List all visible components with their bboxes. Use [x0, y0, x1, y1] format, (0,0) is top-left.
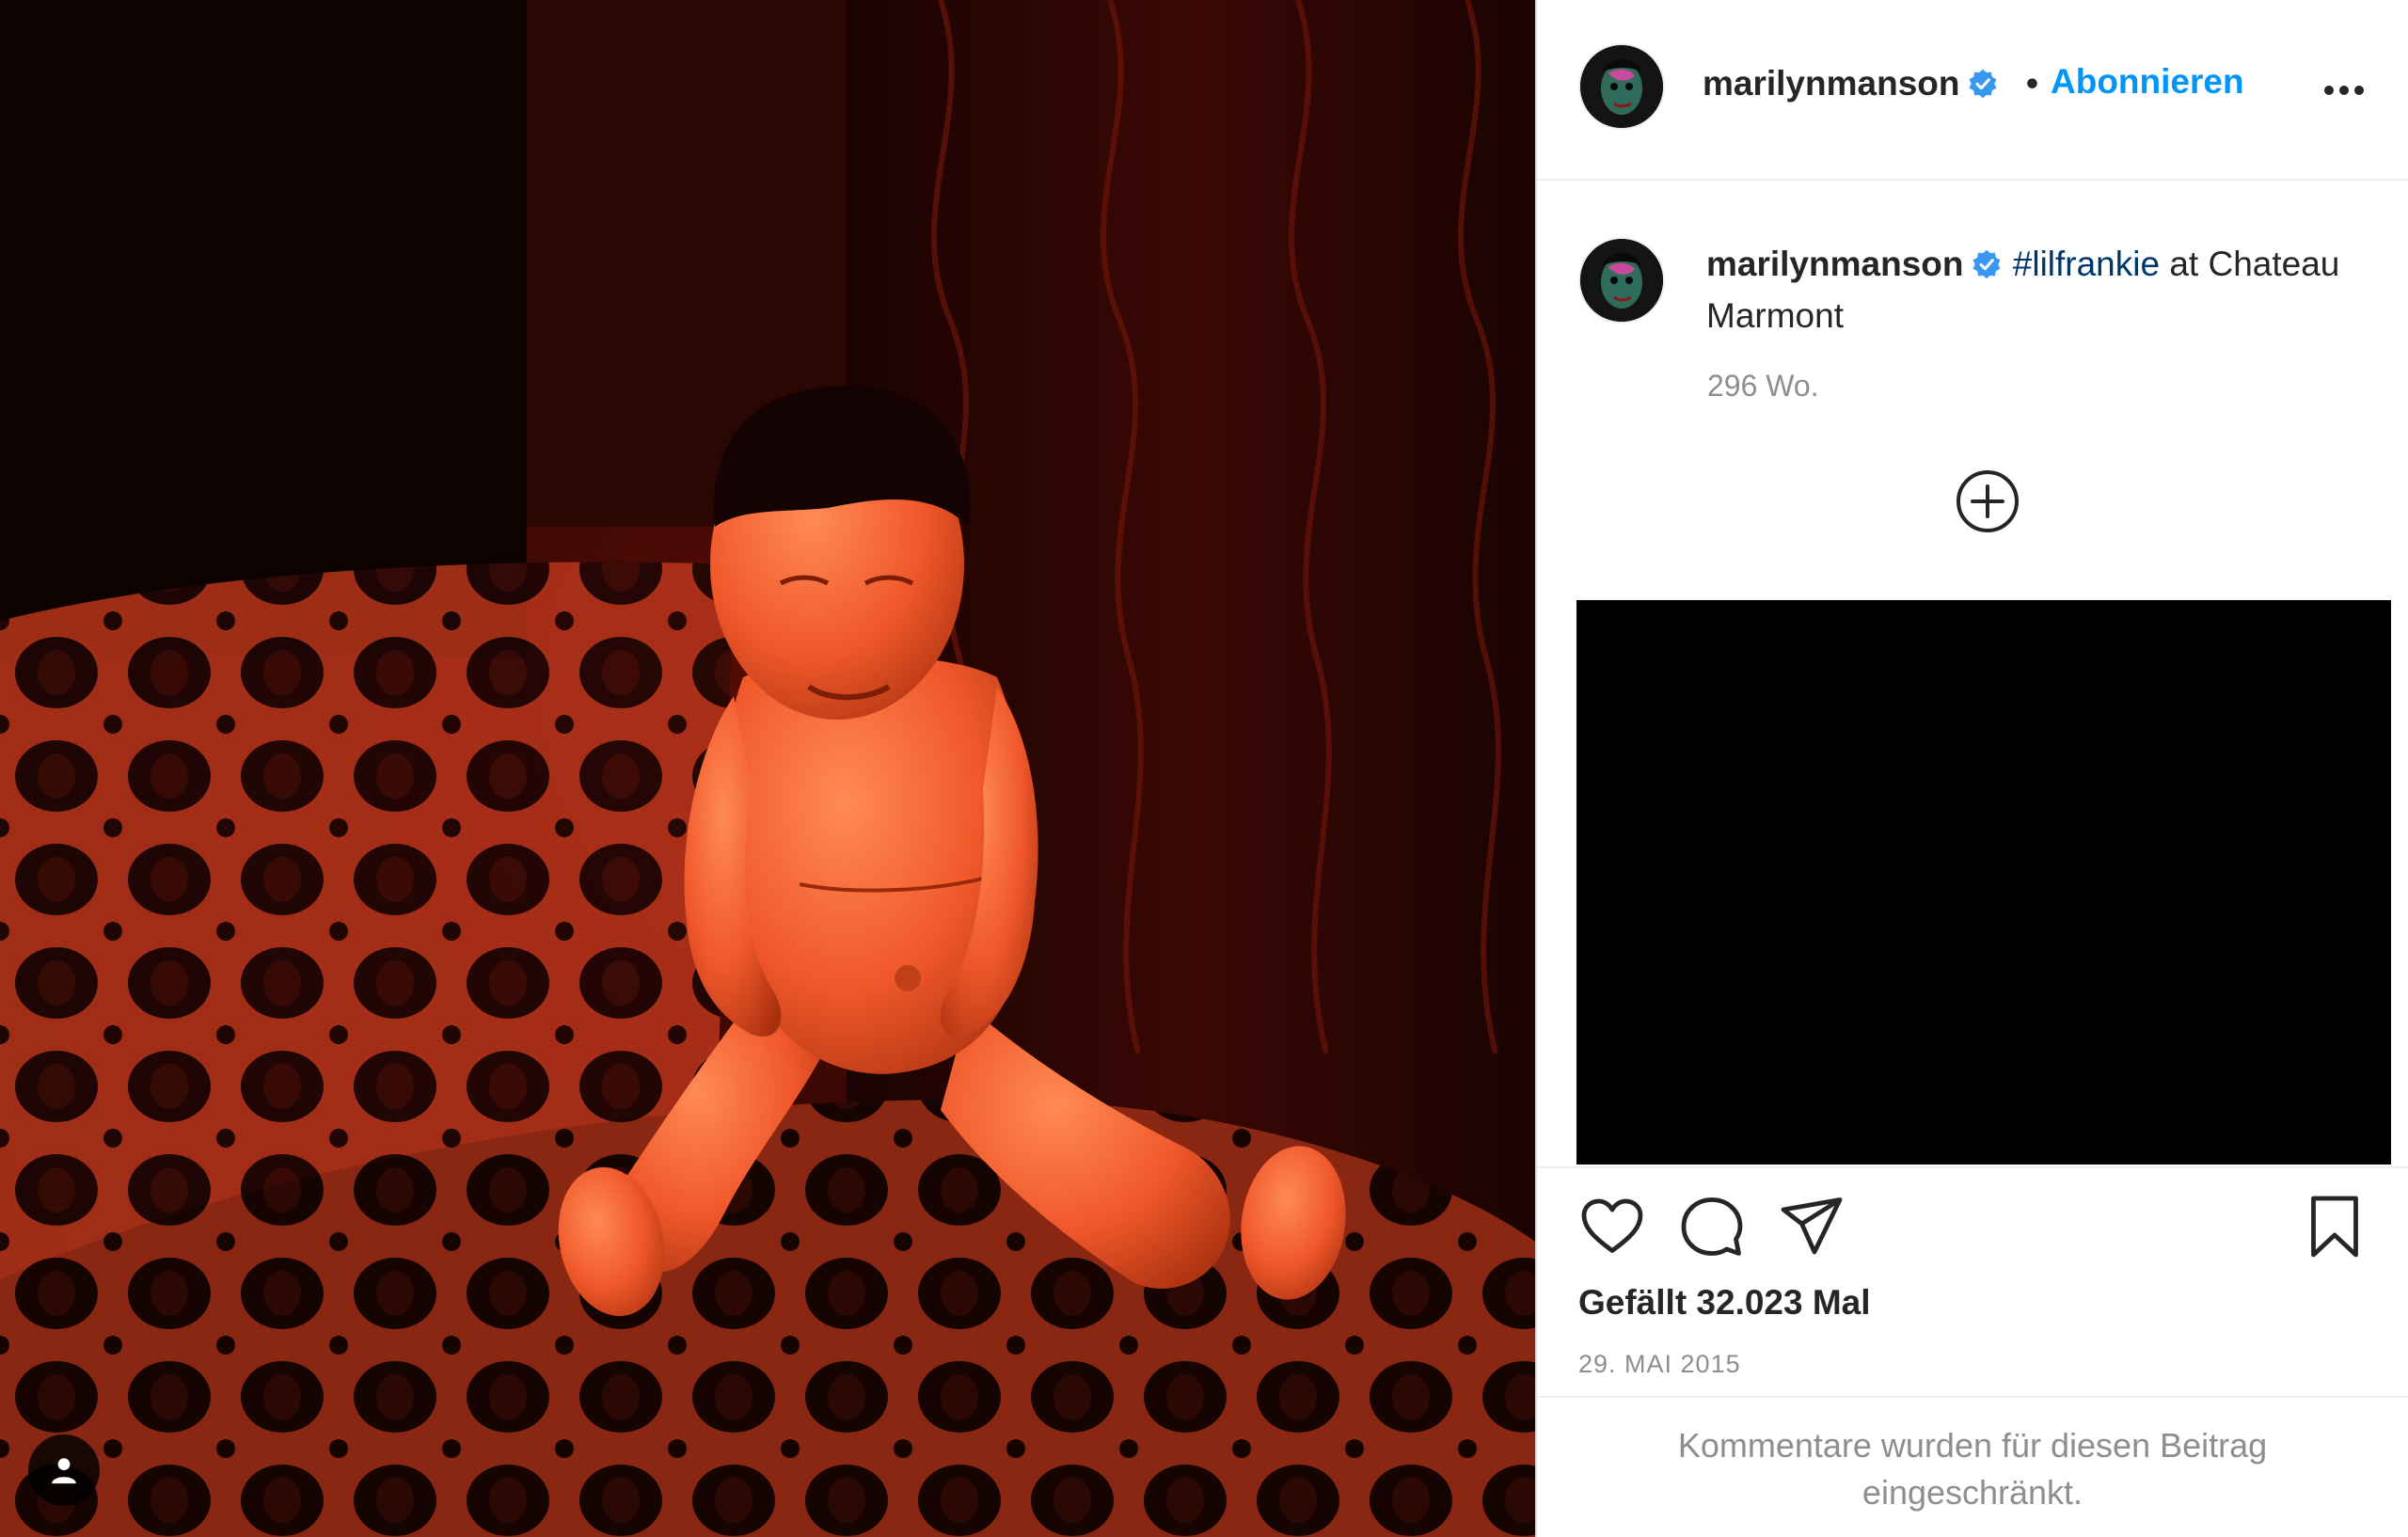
post-caption: marilynmanson #lilfrankie at Chateau Mar… — [1706, 241, 2365, 340]
likes-count[interactable]: Gefällt 32.023 Mal — [1578, 1283, 1871, 1323]
paper-plane-icon — [1781, 1197, 1843, 1255]
user-tags-button[interactable] — [28, 1434, 100, 1506]
bookmark-icon — [2311, 1196, 2358, 1258]
more-options-button[interactable] — [2316, 71, 2372, 109]
comments-divider — [1537, 1396, 2408, 1398]
heart-icon — [1581, 1198, 1643, 1253]
black-media-placeholder — [1576, 600, 2391, 1165]
avatar-image — [1580, 239, 1663, 322]
comment-icon — [1681, 1197, 1743, 1256]
header-divider — [1537, 179, 2408, 181]
more-options-icon — [2324, 86, 2364, 95]
caption-timestamp[interactable]: 296 Wo. — [1707, 369, 1819, 404]
verified-badge-icon — [1971, 246, 2003, 293]
separator-dot: • — [2026, 64, 2038, 103]
caption-author-avatar[interactable] — [1580, 239, 1663, 322]
caption-username[interactable]: marilynmanson — [1706, 245, 1963, 283]
save-button[interactable] — [2301, 1193, 2368, 1265]
post-date[interactable]: 29. MAI 2015 — [1578, 1350, 1741, 1379]
share-button[interactable] — [1778, 1193, 1846, 1265]
load-more-comments-button[interactable] — [1955, 468, 2020, 534]
comments-restricted-note: Kommentare wurden für diesen Beitrag ein… — [1677, 1426, 2268, 1512]
header-username-row: marilynmanson — [1703, 64, 1999, 104]
follow-button[interactable]: Abonnieren — [2051, 62, 2244, 102]
post-photo[interactable] — [0, 0, 1535, 1537]
post-actions-bar — [1537, 1193, 2408, 1268]
doll-on-sofa-image — [0, 0, 1535, 1537]
comment-button[interactable] — [1678, 1193, 1746, 1265]
plus-circle-icon — [1956, 470, 2019, 532]
author-username[interactable]: marilynmanson — [1703, 64, 1959, 103]
post-details-panel: marilynmanson • Abonnieren marilynmanson… — [1535, 0, 2408, 1537]
user-tag-icon — [52, 1458, 76, 1484]
avatar-image — [1580, 45, 1663, 128]
caption-hashtag-link[interactable]: #lilfrankie — [2013, 245, 2160, 283]
like-button[interactable] — [1578, 1193, 1646, 1265]
actions-divider — [1537, 1166, 2408, 1168]
verified-badge-icon — [1967, 68, 1999, 104]
author-avatar[interactable] — [1580, 45, 1663, 128]
